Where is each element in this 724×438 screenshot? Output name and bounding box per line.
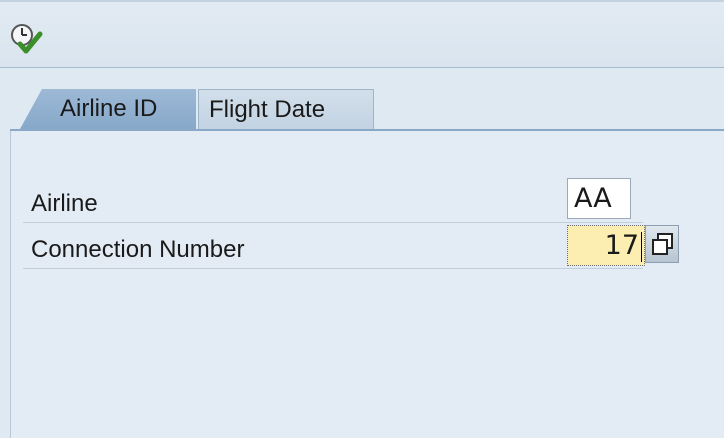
airline-input[interactable]: AA [567, 178, 631, 219]
connection-number-input[interactable]: 17 [567, 225, 645, 266]
application-toolbar [0, 0, 724, 68]
execute-button[interactable] [8, 20, 46, 56]
value-help-icon [652, 233, 673, 255]
tab-strip-container: Airline ID Flight Date Airline AA Connec… [0, 69, 724, 438]
tab-airline-id[interactable]: Airline ID [20, 89, 196, 129]
airline-row: Airline AA [23, 177, 643, 223]
tab-airline-id-label: Airline ID [60, 95, 158, 122]
tab-panel: Airline AA Connection Number 17 [10, 131, 724, 438]
airline-value: AA [574, 183, 612, 214]
connection-value: 17 [604, 230, 639, 261]
clock-check-icon [11, 24, 43, 54]
tab-flight-date[interactable]: Flight Date [198, 89, 374, 129]
value-help-button[interactable] [645, 225, 679, 263]
tab-flight-date-label: Flight Date [209, 96, 326, 123]
airline-label: Airline [31, 190, 98, 217]
connection-row: Connection Number 17 [23, 223, 679, 269]
text-cursor [641, 231, 642, 262]
connection-label: Connection Number [31, 236, 245, 263]
